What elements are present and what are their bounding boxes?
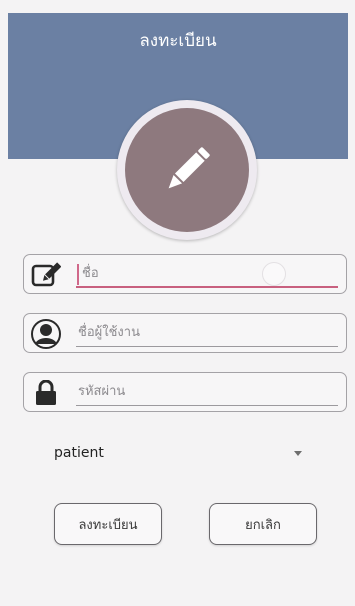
app-bar: ลงทะเบียน: [8, 13, 348, 67]
username-input[interactable]: ชื่อผู้ใช้งาน: [78, 317, 336, 345]
role-dropdown[interactable]: patient: [24, 433, 324, 477]
username-field-underline: [76, 346, 338, 347]
avatar[interactable]: [125, 108, 249, 232]
dropdown-arrow-icon: [294, 451, 302, 456]
cancel-button[interactable]: ยกเลิก: [209, 503, 317, 545]
touch-ripple: [262, 262, 286, 286]
username-field[interactable]: ชื่อผู้ใช้งาน: [23, 313, 347, 353]
name-input[interactable]: ชื่อ: [82, 258, 336, 286]
text-cursor: [77, 264, 79, 285]
name-field[interactable]: ชื่อ: [23, 254, 347, 294]
password-field[interactable]: รหัสผ่าน: [23, 372, 347, 412]
lock-icon: [30, 379, 62, 407]
password-input[interactable]: รหัสผ่าน: [78, 376, 336, 404]
password-field-underline: [76, 405, 338, 406]
edit-icon: [30, 261, 62, 289]
name-field-underline: [76, 286, 338, 288]
role-dropdown-value: patient: [54, 445, 104, 461]
page-title: ลงทะเบียน: [139, 30, 217, 51]
pencil-icon: [168, 147, 210, 189]
user-icon: [30, 319, 62, 349]
register-button[interactable]: ลงทะเบียน: [54, 503, 162, 545]
